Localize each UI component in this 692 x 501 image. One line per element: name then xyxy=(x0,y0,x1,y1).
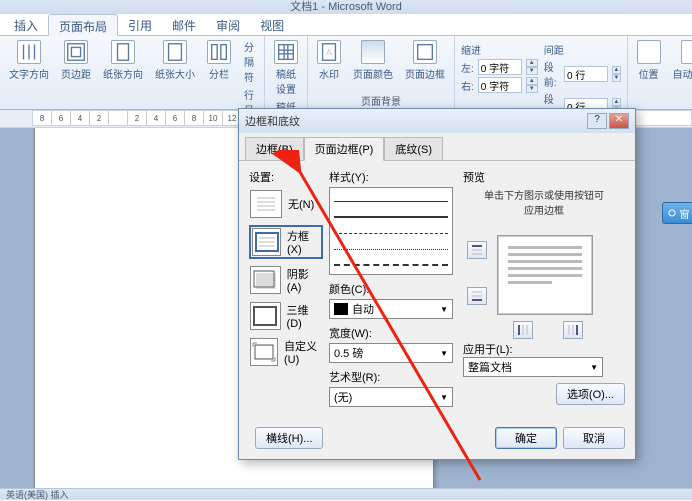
setting-3d[interactable]: 三维(D) xyxy=(249,301,323,331)
help-button[interactable]: ? xyxy=(587,113,607,129)
manuscript-button[interactable]: 稿纸 设置 xyxy=(271,38,301,98)
width-combo[interactable]: 0.5 磅▼ xyxy=(329,343,453,363)
edge-top-button[interactable] xyxy=(467,241,487,259)
preview-label: 预览 xyxy=(463,169,625,185)
cancel-button[interactable]: 取消 xyxy=(563,427,625,449)
dialog-title: 边框和底纹 xyxy=(245,113,300,129)
indent-label: 缩进 xyxy=(461,42,538,57)
indent-left-input[interactable] xyxy=(478,59,522,75)
spin-up-icon[interactable]: ▲ xyxy=(526,77,538,85)
edge-bottom-button[interactable] xyxy=(467,287,487,305)
group-label-arrange xyxy=(634,107,692,109)
spacing-label: 间距 xyxy=(544,42,621,57)
width-label: 宽度(W): xyxy=(329,325,457,341)
style-listbox[interactable] xyxy=(329,187,453,275)
svg-text:A: A xyxy=(326,48,333,58)
spin-up-icon[interactable]: ▲ xyxy=(612,66,621,74)
chevron-down-icon: ▼ xyxy=(440,305,448,314)
preview-page[interactable] xyxy=(497,235,593,315)
page-color-button[interactable]: 页面颜色 xyxy=(350,38,396,92)
ribbon-tab-layout[interactable]: 页面布局 xyxy=(48,14,118,36)
indent-right-input[interactable] xyxy=(478,77,522,93)
group-page-setup: 文字方向 页边距 纸张方向 纸张大小 分栏 分隔符 行号 断字 页面设置 xyxy=(0,36,265,109)
ribbon-tabs: 插入 页面布局 引用 邮件 审阅 视图 xyxy=(0,14,692,36)
ribbon-tab-references[interactable]: 引用 xyxy=(118,14,162,35)
settings-label: 设置: xyxy=(249,169,323,185)
tab-page-borders[interactable]: 页面边框(P) xyxy=(304,137,385,161)
chevron-down-icon: ▼ xyxy=(440,349,448,358)
ribbon-tab-mail[interactable]: 邮件 xyxy=(162,14,206,35)
spacing-before-input[interactable] xyxy=(564,66,608,82)
setting-none[interactable]: 无(N) xyxy=(249,189,323,219)
preview-column: 预览 单击下方图示或使用按钮可 应用边框 应用于(L): 整篇文档▼ 选项(O)… xyxy=(463,169,625,413)
statusbar: 英语(美国) 插入 xyxy=(0,488,692,500)
ribbon-tab-view[interactable]: 视图 xyxy=(250,14,294,35)
group-background: A水印 页面颜色 页面边框 页面背景 xyxy=(308,36,455,109)
page-borders-button[interactable]: 页面边框 xyxy=(402,38,448,92)
apply-to-label: 应用于(L): xyxy=(463,341,625,357)
indent-left-label: 左: xyxy=(461,60,474,75)
color-combo[interactable]: 自动▼ xyxy=(329,299,453,319)
preview-hint: 单击下方图示或使用按钮可 应用边框 xyxy=(463,187,625,217)
tab-borders[interactable]: 边框(B) xyxy=(245,137,304,160)
color-swatch-icon xyxy=(334,303,348,315)
spin-up-icon[interactable]: ▲ xyxy=(526,59,538,67)
dialog-titlebar[interactable]: 边框和底纹 ? ✕ xyxy=(239,109,635,133)
edge-left-button[interactable] xyxy=(513,321,533,339)
edge-right-button[interactable] xyxy=(563,321,583,339)
group-arrange: 位置 自动换行 上移一层 xyxy=(628,36,692,109)
hline-button[interactable]: 横线(H)... xyxy=(255,427,323,449)
group-paragraph: 缩进 左:▲▼ 右:▲▼ 间距 段前:▲▼ 段后:▲▼ 段落 xyxy=(455,36,628,109)
spin-down-icon[interactable]: ▼ xyxy=(526,85,538,93)
ribbon: 文字方向 页边距 纸张方向 纸张大小 分栏 分隔符 行号 断字 页面设置 稿纸 … xyxy=(0,36,692,110)
setting-shadow[interactable]: 阴影(A) xyxy=(249,265,323,295)
apply-to-combo[interactable]: 整篇文档▼ xyxy=(463,357,603,377)
position-button[interactable]: 位置 xyxy=(634,38,664,107)
indent-right-label: 右: xyxy=(461,78,474,93)
style-column: 样式(Y): 颜色(C): 自动▼ 宽度(W): 0.5 磅▼ 艺术型(R): … xyxy=(329,169,457,413)
spin-down-icon[interactable]: ▼ xyxy=(612,74,621,82)
spin-up-icon[interactable]: ▲ xyxy=(612,98,621,106)
art-combo[interactable]: (无)▼ xyxy=(329,387,453,407)
setting-box[interactable]: 方框(X) xyxy=(249,225,323,259)
side-panel-tab[interactable]: 窗 xyxy=(662,202,692,224)
borders-dialog: 边框和底纹 ? ✕ 边框(B) 页面边框(P) 底纹(S) 设置: 无(N) 方… xyxy=(238,108,636,460)
style-label: 样式(Y): xyxy=(329,169,457,185)
color-label: 颜色(C): xyxy=(329,281,457,297)
ribbon-tab-review[interactable]: 审阅 xyxy=(206,14,250,35)
dialog-tabs: 边框(B) 页面边框(P) 底纹(S) xyxy=(239,133,635,161)
settings-column: 设置: 无(N) 方框(X) 阴影(A) 三维(D) 自定义(U) xyxy=(249,169,323,413)
chevron-down-icon: ▼ xyxy=(440,393,448,402)
ribbon-tab-insert[interactable]: 插入 xyxy=(4,14,48,35)
spin-down-icon[interactable]: ▼ xyxy=(526,67,538,75)
watermark-button[interactable]: A水印 xyxy=(314,38,344,92)
tab-shading[interactable]: 底纹(S) xyxy=(384,137,443,160)
wrap-button[interactable]: 自动换行 xyxy=(670,38,692,107)
options-button[interactable]: 选项(O)... xyxy=(556,383,625,405)
ok-button[interactable]: 确定 xyxy=(495,427,557,449)
link-icon xyxy=(666,207,678,219)
group-label-background: 页面背景 xyxy=(314,92,448,109)
setting-custom[interactable]: 自定义(U) xyxy=(249,337,323,367)
preview-box xyxy=(463,225,625,335)
close-button[interactable]: ✕ xyxy=(609,113,629,129)
titlebar: 文档1 - Microsoft Word xyxy=(0,0,692,14)
breaks-button[interactable]: 分隔符 xyxy=(240,38,258,85)
chevron-down-icon: ▼ xyxy=(590,363,598,372)
group-paper: 稿纸 设置 稿纸 xyxy=(265,36,308,109)
art-label: 艺术型(R): xyxy=(329,369,457,385)
spacing-before-label: 段前: xyxy=(544,59,560,89)
